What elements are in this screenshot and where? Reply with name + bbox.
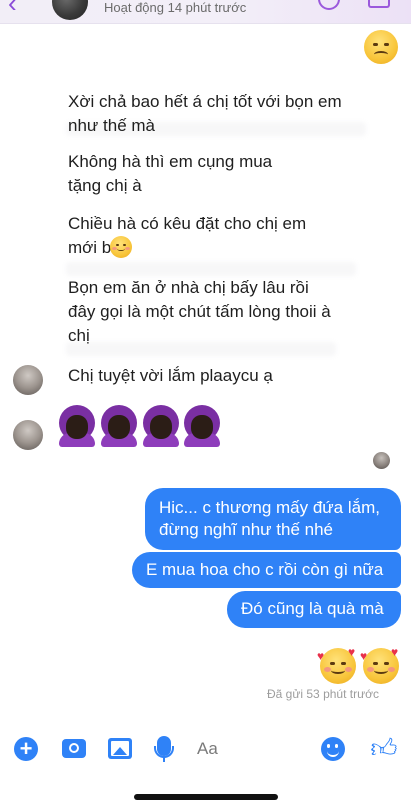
background-blur [66, 262, 356, 276]
received-message: Không hà thì em cụng mua tặng chị à [68, 152, 273, 195]
video-icon[interactable] [368, 0, 390, 8]
microphone-base [163, 757, 165, 762]
seen-avatar [373, 452, 390, 469]
received-message: Bọn em ăn ở nhà chị bấy lâu rồi đây gọi … [68, 278, 331, 345]
plus-icon[interactable]: + [14, 737, 38, 761]
emoji-icon[interactable] [321, 737, 345, 761]
received-message: Chị tuyệt vời lắm plaaycu ạ [68, 366, 273, 385]
sent-message-text: Hic... c thương mấy đứa lắm, đừng nghĩ n… [159, 498, 380, 539]
sent-message-bubble[interactable]: E mua hoa cho c rồi còn gì nữa [132, 552, 401, 588]
message-input[interactable] [197, 732, 307, 766]
sent-message-bubble[interactable]: Hic... c thương mấy đứa lắm, đừng nghĩ n… [145, 488, 401, 550]
smiling-hearts-emoji-icon: ♥ ♥ [317, 646, 356, 684]
chevron-left-icon[interactable]: ‹ [8, 0, 38, 16]
sent-message-bubble[interactable]: Đó cũng là quà mà [227, 591, 401, 628]
conversation-header: ‹ Hoạt động 14 phút trước [0, 0, 411, 24]
smiling-hearts-emoji-icon [110, 236, 132, 258]
image-icon[interactable] [108, 738, 132, 759]
person-gesturing-ok-emoji-icon [57, 405, 97, 447]
phone-icon[interactable] [318, 0, 340, 10]
thumbs-up-icon[interactable]: 👍︎ [370, 734, 398, 762]
person-gesturing-ok-emoji-icon [182, 405, 222, 447]
person-gesturing-ok-emoji-icon [99, 405, 139, 447]
active-status: Hoạt động 14 phút trước [104, 0, 247, 15]
contact-avatar[interactable] [13, 365, 43, 395]
person-gesturing-ok-emoji-icon [141, 405, 181, 447]
sent-message-text: Đó cũng là quà mà [241, 599, 384, 618]
sad-face-emoji-icon [364, 30, 398, 64]
smiling-hearts-emoji-icon: ♥ ♥ [360, 646, 399, 684]
received-message: Xời chả bao hết á chị tốt với bọn em như… [68, 92, 342, 135]
contact-avatar[interactable] [13, 420, 43, 450]
contact-avatar[interactable] [52, 0, 88, 20]
home-indicator [134, 794, 278, 800]
sent-message-text: E mua hoa cho c rồi còn gì nữa [146, 560, 384, 579]
camera-icon[interactable] [62, 739, 86, 758]
sent-status: Đã gửi 53 phút trước [267, 687, 379, 701]
received-message: Chiều hà có kêu đặt cho chị em mới bt ý [68, 214, 307, 257]
composer-bar: + 👍︎ [0, 728, 411, 772]
